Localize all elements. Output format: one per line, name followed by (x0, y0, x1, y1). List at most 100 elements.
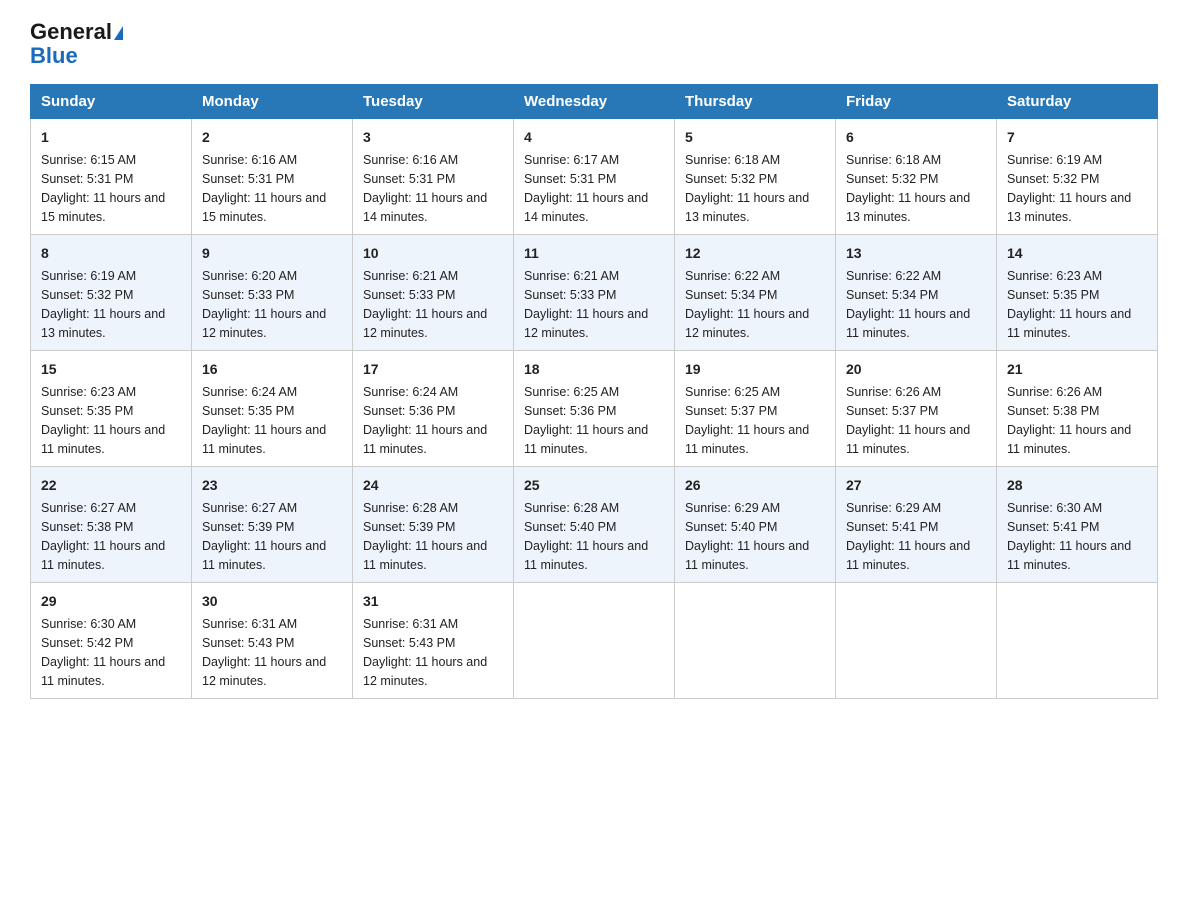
calendar-cell: 12 Sunrise: 6:22 AMSunset: 5:34 PMDayligh… (675, 235, 836, 351)
day-number: 26 (685, 475, 825, 496)
day-number: 8 (41, 243, 181, 264)
calendar-cell: 3 Sunrise: 6:16 AMSunset: 5:31 PMDaylight… (353, 119, 514, 235)
day-number: 5 (685, 127, 825, 148)
calendar-cell: 14 Sunrise: 6:23 AMSunset: 5:35 PMDayligh… (997, 235, 1158, 351)
day-info: Sunrise: 6:20 AMSunset: 5:33 PMDaylight:… (202, 269, 326, 339)
day-info: Sunrise: 6:23 AMSunset: 5:35 PMDaylight:… (1007, 269, 1131, 339)
header-thursday: Thursday (675, 85, 836, 119)
calendar-week-row: 22Sunrise: 6:27 AMSunset: 5:38 PMDayligh… (31, 467, 1158, 583)
day-info: Sunrise: 6:16 AMSunset: 5:31 PMDaylight:… (202, 153, 326, 223)
day-info: Sunrise: 6:18 AMSunset: 5:32 PMDaylight:… (846, 153, 970, 223)
calendar-header-row: SundayMondayTuesdayWednesdayThursdayFrid… (31, 85, 1158, 119)
header-sunday: Sunday (31, 85, 192, 119)
day-number: 28 (1007, 475, 1147, 496)
calendar-cell: 21 Sunrise: 6:26 AMSunset: 5:38 PMDayligh… (997, 351, 1158, 467)
day-info: Sunrise: 6:16 AMSunset: 5:31 PMDaylight:… (363, 153, 487, 223)
calendar-cell: 20Sunrise: 6:26 AMSunset: 5:37 PMDayligh… (836, 351, 997, 467)
day-number: 29 (41, 591, 181, 612)
day-number: 6 (846, 127, 986, 148)
day-number: 1 (41, 127, 181, 148)
calendar-cell: 22Sunrise: 6:27 AMSunset: 5:38 PMDayligh… (31, 467, 192, 583)
day-info: Sunrise: 6:21 AMSunset: 5:33 PMDaylight:… (363, 269, 487, 339)
day-number: 9 (202, 243, 342, 264)
day-number: 2 (202, 127, 342, 148)
logo-triangle-icon (114, 26, 123, 40)
day-info: Sunrise: 6:25 AMSunset: 5:37 PMDaylight:… (685, 385, 809, 455)
day-info: Sunrise: 6:23 AMSunset: 5:35 PMDaylight:… (41, 385, 165, 455)
day-number: 18 (524, 359, 664, 380)
day-number: 17 (363, 359, 503, 380)
calendar-cell: 17Sunrise: 6:24 AMSunset: 5:36 PMDayligh… (353, 351, 514, 467)
calendar-cell: 25 Sunrise: 6:28 AMSunset: 5:40 PMDayligh… (514, 467, 675, 583)
day-number: 12 (685, 243, 825, 264)
calendar-cell: 7Sunrise: 6:19 AMSunset: 5:32 PMDaylight… (997, 119, 1158, 235)
calendar-cell: 29 Sunrise: 6:30 AMSunset: 5:42 PMDayligh… (31, 583, 192, 699)
logo: General Blue (30, 20, 123, 68)
day-info: Sunrise: 6:31 AMSunset: 5:43 PMDaylight:… (202, 617, 326, 687)
day-number: 25 (524, 475, 664, 496)
day-info: Sunrise: 6:18 AMSunset: 5:32 PMDaylight:… (685, 153, 809, 223)
day-number: 31 (363, 591, 503, 612)
calendar-week-row: 1Sunrise: 6:15 AMSunset: 5:31 PMDaylight… (31, 119, 1158, 235)
day-info: Sunrise: 6:29 AMSunset: 5:40 PMDaylight:… (685, 501, 809, 571)
day-info: Sunrise: 6:27 AMSunset: 5:39 PMDaylight:… (202, 501, 326, 571)
header-friday: Friday (836, 85, 997, 119)
calendar-cell: 31 Sunrise: 6:31 AMSunset: 5:43 PMDayligh… (353, 583, 514, 699)
calendar-cell: 24Sunrise: 6:28 AMSunset: 5:39 PMDayligh… (353, 467, 514, 583)
calendar-cell: 1Sunrise: 6:15 AMSunset: 5:31 PMDaylight… (31, 119, 192, 235)
day-number: 11 (524, 243, 664, 264)
day-info: Sunrise: 6:26 AMSunset: 5:38 PMDaylight:… (1007, 385, 1131, 455)
calendar-cell: 8 Sunrise: 6:19 AMSunset: 5:32 PMDaylight… (31, 235, 192, 351)
day-number: 13 (846, 243, 986, 264)
day-info: Sunrise: 6:21 AMSunset: 5:33 PMDaylight:… (524, 269, 648, 339)
day-number: 30 (202, 591, 342, 612)
day-info: Sunrise: 6:31 AMSunset: 5:43 PMDaylight:… (363, 617, 487, 687)
header-wednesday: Wednesday (514, 85, 675, 119)
calendar-cell: 13Sunrise: 6:22 AMSunset: 5:34 PMDayligh… (836, 235, 997, 351)
calendar-cell (836, 583, 997, 699)
calendar-week-row: 8 Sunrise: 6:19 AMSunset: 5:32 PMDaylight… (31, 235, 1158, 351)
day-info: Sunrise: 6:22 AMSunset: 5:34 PMDaylight:… (685, 269, 809, 339)
day-info: Sunrise: 6:19 AMSunset: 5:32 PMDaylight:… (41, 269, 165, 339)
day-info: Sunrise: 6:30 AMSunset: 5:42 PMDaylight:… (41, 617, 165, 687)
calendar-week-row: 29 Sunrise: 6:30 AMSunset: 5:42 PMDayligh… (31, 583, 1158, 699)
day-number: 19 (685, 359, 825, 380)
day-info: Sunrise: 6:19 AMSunset: 5:32 PMDaylight:… (1007, 153, 1131, 223)
day-info: Sunrise: 6:30 AMSunset: 5:41 PMDaylight:… (1007, 501, 1131, 571)
page-header: General Blue (30, 20, 1158, 68)
calendar-cell: 10 Sunrise: 6:21 AMSunset: 5:33 PMDayligh… (353, 235, 514, 351)
day-info: Sunrise: 6:17 AMSunset: 5:31 PMDaylight:… (524, 153, 648, 223)
calendar-cell: 18Sunrise: 6:25 AMSunset: 5:36 PMDayligh… (514, 351, 675, 467)
day-info: Sunrise: 6:26 AMSunset: 5:37 PMDaylight:… (846, 385, 970, 455)
calendar-cell: 16Sunrise: 6:24 AMSunset: 5:35 PMDayligh… (192, 351, 353, 467)
day-info: Sunrise: 6:28 AMSunset: 5:40 PMDaylight:… (524, 501, 648, 571)
calendar-cell: 9 Sunrise: 6:20 AMSunset: 5:33 PMDaylight… (192, 235, 353, 351)
day-number: 23 (202, 475, 342, 496)
calendar-cell: 27Sunrise: 6:29 AMSunset: 5:41 PMDayligh… (836, 467, 997, 583)
day-number: 15 (41, 359, 181, 380)
day-number: 3 (363, 127, 503, 148)
calendar-cell (997, 583, 1158, 699)
day-number: 14 (1007, 243, 1147, 264)
day-info: Sunrise: 6:29 AMSunset: 5:41 PMDaylight:… (846, 501, 970, 571)
day-number: 22 (41, 475, 181, 496)
calendar-cell (514, 583, 675, 699)
header-saturday: Saturday (997, 85, 1158, 119)
day-number: 10 (363, 243, 503, 264)
calendar-cell (675, 583, 836, 699)
calendar-cell: 2 Sunrise: 6:16 AMSunset: 5:31 PMDaylight… (192, 119, 353, 235)
calendar-cell: 19 Sunrise: 6:25 AMSunset: 5:37 PMDayligh… (675, 351, 836, 467)
day-number: 21 (1007, 359, 1147, 380)
logo-general-text: General (30, 19, 112, 44)
day-number: 24 (363, 475, 503, 496)
calendar-cell: 26 Sunrise: 6:29 AMSunset: 5:40 PMDayligh… (675, 467, 836, 583)
day-info: Sunrise: 6:24 AMSunset: 5:35 PMDaylight:… (202, 385, 326, 455)
header-tuesday: Tuesday (353, 85, 514, 119)
calendar-cell: 6 Sunrise: 6:18 AMSunset: 5:32 PMDaylight… (836, 119, 997, 235)
calendar-table: SundayMondayTuesdayWednesdayThursdayFrid… (30, 84, 1158, 699)
calendar-cell: 28 Sunrise: 6:30 AMSunset: 5:41 PMDayligh… (997, 467, 1158, 583)
calendar-cell: 23 Sunrise: 6:27 AMSunset: 5:39 PMDayligh… (192, 467, 353, 583)
day-number: 4 (524, 127, 664, 148)
logo-blue-text: Blue (30, 43, 78, 68)
calendar-cell: 11 Sunrise: 6:21 AMSunset: 5:33 PMDayligh… (514, 235, 675, 351)
